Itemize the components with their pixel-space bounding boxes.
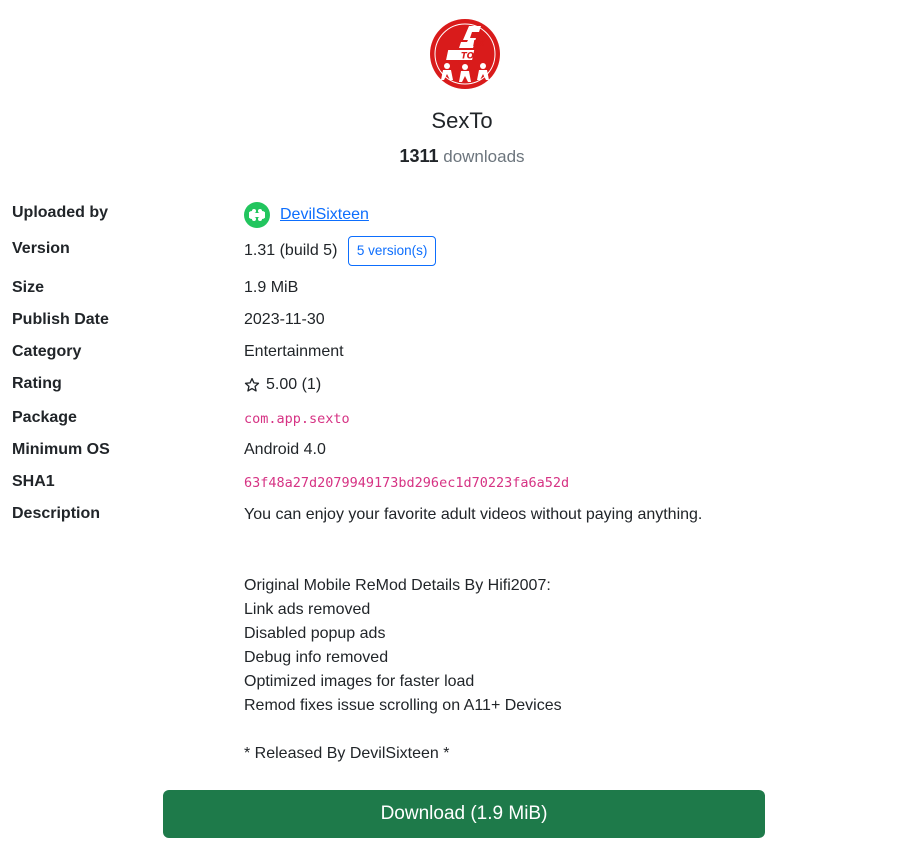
min-os-value: Android 4.0 <box>244 441 326 458</box>
versions-button[interactable]: 5 version(s) <box>347 236 437 266</box>
svg-text:TO: TO <box>461 52 474 62</box>
bone-icon <box>249 209 265 221</box>
description-line: Disabled popup ads <box>244 625 386 642</box>
description-line: Link ads removed <box>244 601 371 618</box>
publish-date-label: Publish Date <box>12 311 109 328</box>
min-os-label: Minimum OS <box>12 441 110 458</box>
version-row: 1.31 (build 5) 5 version(s) <box>244 236 437 266</box>
star-icon <box>244 378 260 392</box>
svg-text:EX: EX <box>473 39 485 48</box>
uploaded-by-label: Uploaded by <box>12 204 109 221</box>
app-title: SexTo <box>431 108 493 133</box>
download-button[interactable]: Download (1.9 MiB) <box>163 790 765 838</box>
description-line: Optimized images for faster load <box>244 673 475 690</box>
size-label: Size <box>12 279 45 296</box>
sha1-value: 63f48a27d2079949173bd296ec1d70223fa6a52d <box>244 475 570 491</box>
package-label: Package <box>12 409 77 426</box>
version-value: 1.31 (build 5) <box>244 242 338 260</box>
download-count-label: downloads <box>443 147 525 166</box>
uploader: DevilSixteen <box>244 202 369 228</box>
description-line: Original Mobile ReMod Details By Hifi200… <box>244 577 551 594</box>
category-label: Category <box>12 343 82 360</box>
rating: 5.00 (1) <box>244 376 321 394</box>
version-label: Version <box>12 240 70 257</box>
description-line: * Released By DevilSixteen * <box>244 745 450 762</box>
publish-date-value: 2023-11-30 <box>244 311 325 328</box>
description-line: You can enjoy your favorite adult videos… <box>244 506 703 523</box>
description-line: Debug info removed <box>244 649 389 666</box>
uploader-link[interactable]: DevilSixteen <box>280 206 369 224</box>
download-count-number: 1311 <box>399 146 439 166</box>
download-count: 1311 downloads <box>0 146 924 167</box>
app-logo-icon: EX TO <box>430 19 500 89</box>
sha1-label: SHA1 <box>12 473 55 490</box>
rating-value: 5.00 (1) <box>266 376 322 393</box>
app-detail-page: EX TO SexTo 1311 downloads Uploaded by D… <box>0 0 924 851</box>
category-value: Entertainment <box>244 343 344 360</box>
rating-label: Rating <box>12 375 62 392</box>
description-line: Remod fixes issue scrolling on A11+ Devi… <box>244 697 562 714</box>
size-value: 1.9 MiB <box>244 279 299 296</box>
avatar[interactable] <box>244 202 270 228</box>
description-label: Description <box>12 505 101 522</box>
package-value: com.app.sexto <box>244 411 350 427</box>
